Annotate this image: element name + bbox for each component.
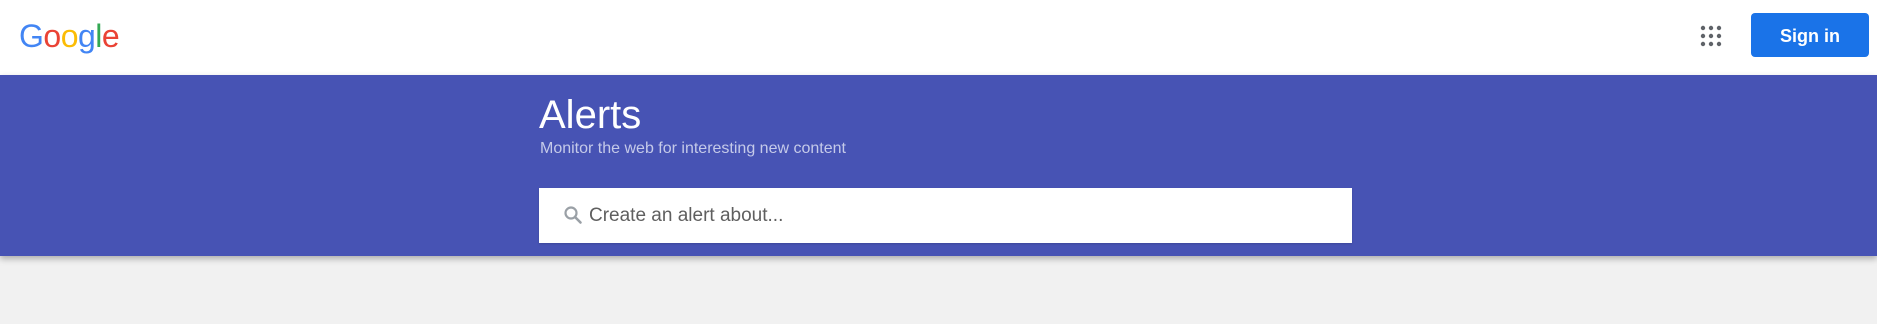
logo-letter: l xyxy=(95,18,102,54)
logo-letter: g xyxy=(77,18,96,54)
logo-letter: o xyxy=(43,18,61,54)
logo-letter: o xyxy=(60,18,79,54)
logo-letter: e xyxy=(101,18,120,54)
create-alert-input[interactable] xyxy=(589,188,1329,243)
apps-grid-icon-graphic xyxy=(1700,25,1722,47)
logo-letter: G xyxy=(19,18,44,54)
search-icon xyxy=(564,206,582,224)
sign-in-button[interactable]: Sign in xyxy=(1751,13,1869,57)
apps-grid-icon[interactable] xyxy=(1699,24,1723,48)
top-bar: Google Sign in xyxy=(0,0,1877,75)
create-alert-search-box[interactable] xyxy=(539,188,1352,243)
page-title: Alerts xyxy=(539,93,642,137)
page-subtitle: Monitor the web for interesting new cont… xyxy=(540,140,846,157)
google-logo[interactable]: Google xyxy=(19,17,120,55)
alerts-banner: Alerts Monitor the web for interesting n… xyxy=(0,75,1877,256)
